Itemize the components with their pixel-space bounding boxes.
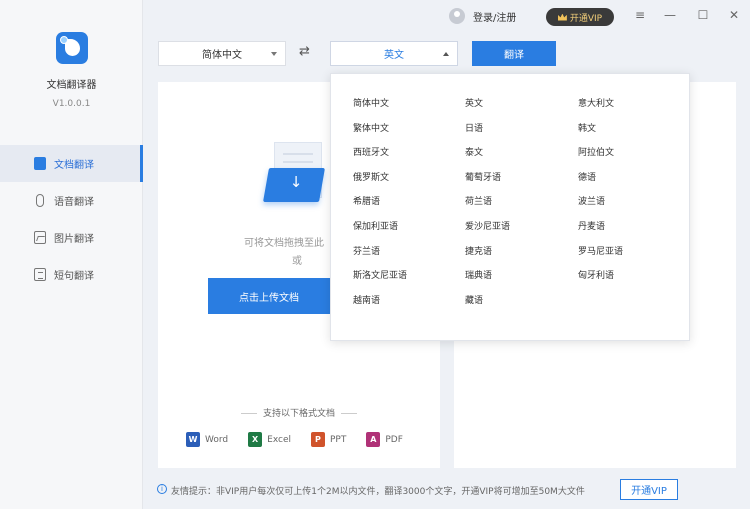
maximize-icon[interactable]: ☐: [696, 8, 710, 22]
language-option[interactable]: 意大利文: [578, 96, 614, 109]
user-avatar-icon: [449, 8, 465, 24]
footer: i 友情提示：非VIP用户每次仅可上传1个2M以内文件，翻译3000个文字，开通…: [143, 471, 750, 509]
formats-title: 支持以下格式文档: [158, 406, 440, 419]
crown-icon: [557, 13, 567, 21]
chevron-down-icon: [271, 52, 277, 56]
target-language-select[interactable]: 英文: [330, 41, 458, 66]
target-language-value: 英文: [384, 50, 404, 61]
language-option[interactable]: 葡萄牙语: [465, 170, 501, 183]
sidebar-item-voice-translate[interactable]: 语音翻译: [0, 182, 143, 219]
excel-icon: X: [248, 432, 263, 447]
source-language-select[interactable]: 简体中文: [158, 41, 286, 66]
language-option[interactable]: 英文: [465, 96, 483, 109]
info-icon: i: [157, 484, 167, 494]
menu-icon[interactable]: ≡: [633, 8, 647, 22]
sidebar: 文档翻译器 V1.0.0.1 文档翻译 语音翻译 图片翻译 短句翻译: [0, 0, 143, 509]
language-option[interactable]: 芬兰语: [353, 244, 380, 257]
drop-hint: 可将文档拖拽至此: [244, 238, 324, 249]
format-excel: X Excel: [248, 432, 291, 447]
ppt-icon: P: [310, 432, 325, 447]
language-option[interactable]: 繁体中文: [353, 121, 389, 134]
language-option[interactable]: 俄罗斯文: [353, 170, 389, 183]
format-label: Word: [205, 434, 229, 445]
title-bar: 登录/注册 开通VIP ≡ — ☐ ✕: [143, 0, 750, 34]
language-option[interactable]: 波兰语: [578, 194, 605, 207]
upload-button[interactable]: 点击上传文档: [208, 278, 330, 314]
sidebar-item-label: 文档翻译: [54, 160, 94, 171]
document-upload-icon: ↓: [263, 142, 330, 206]
language-option[interactable]: 泰文: [465, 145, 483, 158]
language-option[interactable]: 藏语: [465, 293, 483, 306]
footer-vip-button[interactable]: 开通VIP: [620, 479, 678, 500]
chevron-up-icon: [443, 52, 449, 56]
format-label: PDF: [385, 434, 403, 445]
format-label: Excel: [267, 434, 291, 445]
pdf-icon: A: [366, 432, 381, 447]
sidebar-item-image-translate[interactable]: 图片翻译: [0, 219, 143, 256]
swap-languages-icon[interactable]: ⇄: [299, 45, 315, 59]
word-icon: W: [186, 432, 200, 447]
minimize-icon[interactable]: —: [663, 8, 677, 22]
vip-label: 开通VIP: [569, 13, 603, 24]
language-option[interactable]: 瑞典语: [465, 268, 492, 281]
sidebar-nav: 文档翻译 语音翻译 图片翻译 短句翻译: [0, 145, 143, 293]
format-word: W Word: [186, 432, 228, 447]
target-language-dropdown: 简体中文 英文 意大利文繁体中文 日语 韩文西班牙文 泰文 阿拉伯文俄罗斯文 葡萄牙语 德语希腊…: [330, 73, 690, 341]
sidebar-item-label: 图片翻译: [54, 234, 94, 245]
language-option[interactable]: 保加利亚语: [353, 219, 398, 232]
sidebar-item-label: 语音翻译: [54, 197, 94, 208]
login-label: 登录/注册: [473, 12, 517, 24]
language-option[interactable]: 韩文: [578, 121, 596, 134]
microphone-icon: [36, 194, 44, 207]
language-option[interactable]: 荷兰语: [465, 194, 492, 207]
document-icon: [34, 157, 46, 170]
close-icon[interactable]: ✕: [727, 8, 741, 22]
or-text: 或: [292, 256, 302, 267]
source-language-value: 简体中文: [202, 50, 242, 61]
app-name: 文档翻译器: [46, 80, 97, 91]
image-icon: [34, 231, 46, 244]
sentence-icon: [34, 268, 46, 281]
language-option[interactable]: 希腊语: [353, 194, 380, 207]
language-option[interactable]: 丹麦语: [578, 219, 605, 232]
language-option[interactable]: 越南语: [353, 293, 380, 306]
language-option[interactable]: 西班牙文: [353, 145, 389, 158]
language-option[interactable]: 阿拉伯文: [578, 145, 614, 158]
language-option[interactable]: 德语: [578, 170, 596, 183]
format-ppt: P PPT: [310, 432, 347, 447]
login-link[interactable]: 登录/注册: [449, 8, 516, 24]
format-list: W Word X Excel P PPT A PDF: [186, 432, 423, 447]
language-option[interactable]: 斯洛文尼亚语: [353, 268, 407, 281]
language-option[interactable]: 爱沙尼亚语: [465, 219, 510, 232]
app-logo-icon: [56, 32, 88, 64]
language-option[interactable]: 罗马尼亚语: [578, 244, 623, 257]
app-version: V1.0.0.1: [52, 99, 91, 109]
format-pdf: A PDF: [366, 432, 403, 447]
language-option[interactable]: 简体中文: [353, 96, 389, 109]
sidebar-item-label: 短句翻译: [54, 271, 94, 282]
language-option[interactable]: 捷克语: [465, 244, 492, 257]
tip-text: 友情提示：非VIP用户每次仅可上传1个2M以内文件，翻译3000个文字，开通VI…: [171, 487, 585, 497]
language-option[interactable]: 日语: [465, 121, 483, 134]
vip-button[interactable]: 开通VIP: [546, 8, 614, 26]
sidebar-item-document-translate[interactable]: 文档翻译: [0, 145, 143, 182]
sidebar-item-sentence-translate[interactable]: 短句翻译: [0, 256, 143, 293]
translate-button[interactable]: 翻译: [472, 41, 556, 66]
format-label: PPT: [329, 434, 347, 445]
language-option[interactable]: 匈牙利语: [578, 268, 614, 281]
